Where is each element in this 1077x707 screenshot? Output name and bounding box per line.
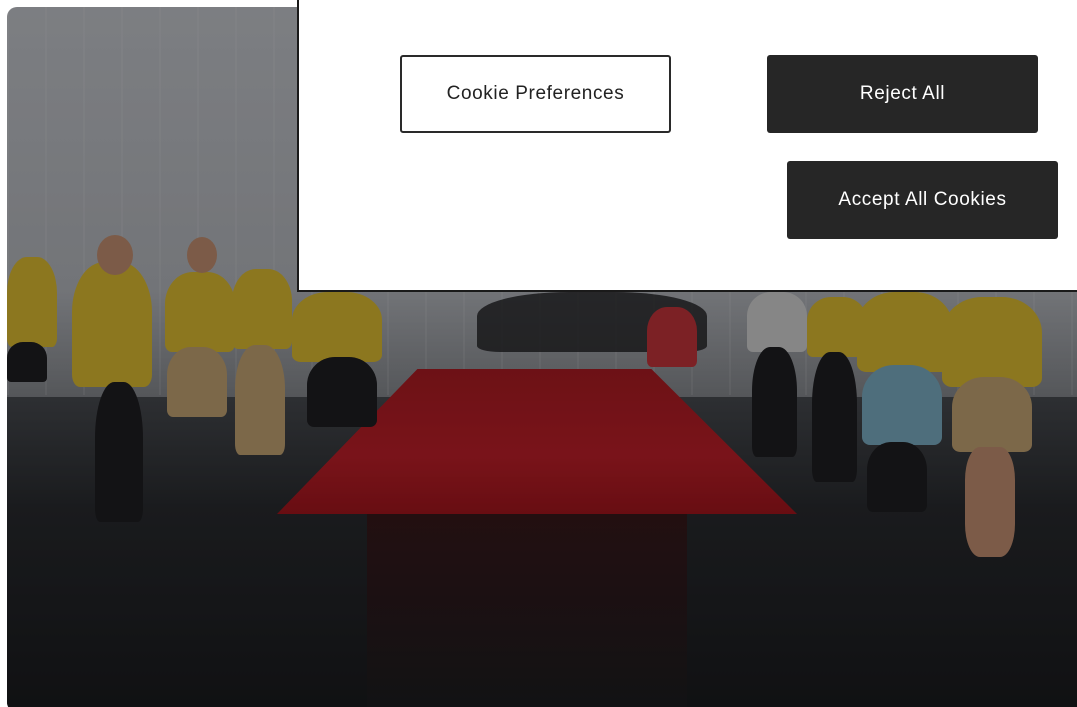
accept-all-cookies-button[interactable]: Accept All Cookies <box>787 161 1058 239</box>
cookie-banner: Cookie Preferences Reject All Accept All… <box>297 0 1077 292</box>
cookie-preferences-button[interactable]: Cookie Preferences <box>400 55 671 133</box>
reject-all-button[interactable]: Reject All <box>767 55 1038 133</box>
page: Cookie Preferences Reject All Accept All… <box>0 0 1077 707</box>
